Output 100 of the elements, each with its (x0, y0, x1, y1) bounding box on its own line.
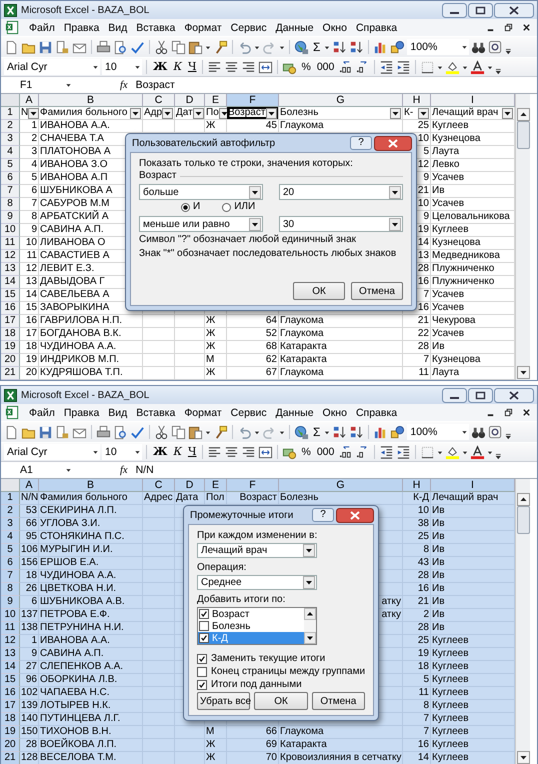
restore-icon[interactable] (504, 23, 513, 32)
minimize-button[interactable] (442, 2, 467, 18)
filter-dropdown-button[interactable] (130, 108, 141, 118)
menu-item[interactable]: Формат (184, 22, 222, 34)
row-header[interactable]: 21 (1, 752, 20, 764)
row-header[interactable]: 15 (1, 289, 20, 302)
document-lock-icon[interactable] (55, 40, 70, 54)
menu-item[interactable]: Данные (276, 406, 314, 418)
sort-descending-icon[interactable] (349, 424, 364, 440)
row-header[interactable]: 19 (1, 726, 20, 739)
row-header[interactable]: 16 (1, 687, 20, 700)
column-header[interactable]: H (403, 94, 431, 107)
ok-button[interactable]: ОК (254, 692, 308, 710)
close-icon[interactable] (522, 23, 531, 32)
row-header[interactable]: 18 (1, 328, 20, 341)
row-header[interactable]: 14 (1, 276, 20, 289)
filter-dropdown-button[interactable] (162, 108, 174, 118)
filter-dropdown-button[interactable] (28, 108, 40, 118)
merge-center-icon[interactable] (258, 60, 274, 74)
row-header[interactable]: 12 (1, 250, 20, 263)
row-header[interactable]: 19 (1, 341, 20, 354)
menu-item[interactable]: Файл (29, 406, 55, 418)
menu-item[interactable]: Правка (64, 406, 100, 418)
column-header[interactable]: I (431, 94, 515, 107)
column-header[interactable]: C (143, 479, 175, 492)
checkbox[interactable] (197, 666, 207, 676)
row-header[interactable]: 20 (1, 739, 20, 752)
row-header[interactable]: 3 (1, 133, 20, 146)
new-document-icon[interactable] (4, 40, 19, 54)
column-header[interactable]: F (227, 479, 279, 492)
name-box[interactable]: F1 (4, 78, 72, 92)
list-item[interactable]: Болезнь (198, 620, 304, 632)
scroll-thumb[interactable] (516, 506, 530, 534)
align-center-icon[interactable] (224, 444, 240, 460)
increase-indent-icon[interactable] (396, 60, 412, 74)
checkbox[interactable] (199, 609, 209, 619)
zoom-combo[interactable]: 100% (407, 424, 470, 440)
menu-item[interactable]: Правка (64, 22, 100, 34)
column-header[interactable]: D (175, 479, 205, 492)
radio-button[interactable] (222, 202, 232, 212)
font-color-icon[interactable] (470, 444, 486, 460)
column-header[interactable]: B (39, 479, 143, 492)
column-header[interactable]: A (20, 94, 39, 107)
globe-icon[interactable] (294, 424, 309, 440)
menu-item[interactable]: Файл (29, 22, 55, 34)
checkbox[interactable] (199, 621, 209, 631)
paintbrush-icon[interactable] (213, 424, 228, 440)
row-header[interactable]: 14 (1, 661, 20, 674)
borders-icon[interactable] (420, 444, 436, 460)
underline-button[interactable]: Ч (186, 445, 198, 459)
help-button[interactable]: ? (350, 136, 372, 150)
clipboard-icon[interactable] (188, 40, 203, 54)
bold-button[interactable]: Ж (151, 445, 170, 459)
align-center-icon[interactable] (224, 60, 240, 74)
checkbox[interactable] (199, 633, 209, 643)
row-header[interactable]: 1 (1, 107, 20, 120)
column-header[interactable]: E (205, 479, 227, 492)
menu-item[interactable]: Справка (356, 22, 398, 34)
close-button[interactable] (336, 508, 374, 522)
filter-dropdown-button[interactable] (192, 108, 204, 118)
sum-button[interactable]: Σ (311, 425, 322, 439)
menu-item[interactable]: Сервис (230, 22, 267, 34)
column-header[interactable]: H (403, 479, 431, 492)
group-by-dropdown[interactable]: Лечащий врач (197, 543, 317, 558)
font-combo[interactable]: Arial Cyr (4, 444, 100, 460)
column-header[interactable]: G (279, 94, 403, 107)
check-mark-icon[interactable] (130, 40, 145, 54)
thousands-button[interactable]: 000 (314, 445, 336, 459)
row-header[interactable]: 2 (1, 505, 20, 518)
filter-dropdown-button[interactable] (390, 108, 401, 118)
maximize-button[interactable] (468, 388, 493, 402)
workbook-icon[interactable] (5, 20, 20, 35)
percent-button[interactable]: % (299, 60, 313, 74)
row-header[interactable]: 9 (1, 211, 20, 224)
close-button[interactable] (494, 388, 534, 402)
row-header[interactable]: 12 (1, 635, 20, 648)
thousands-button[interactable]: 000 (314, 60, 336, 74)
scroll-up-button[interactable] (304, 608, 316, 620)
row-header[interactable]: 21 (1, 367, 20, 380)
align-left-icon[interactable] (207, 444, 222, 460)
row-header[interactable]: 11 (1, 622, 20, 635)
align-right-icon[interactable] (241, 60, 256, 74)
scroll-down-button[interactable] (516, 751, 530, 764)
function-label[interactable]: fx (120, 464, 128, 476)
zoom-combo[interactable]: 100% (407, 39, 470, 55)
sort-ascending-icon[interactable] (332, 40, 348, 54)
merge-center-icon[interactable] (258, 444, 274, 460)
row-header[interactable]: 8 (1, 198, 20, 211)
sort-descending-icon[interactable] (349, 40, 364, 54)
filter-dropdown-button[interactable] (502, 108, 513, 118)
scissors-icon[interactable] (154, 40, 169, 54)
row-header[interactable]: 4 (1, 146, 20, 159)
clipboard-icon[interactable] (188, 424, 203, 440)
row-header[interactable]: 5 (1, 544, 20, 557)
row-header[interactable]: 6 (1, 557, 20, 570)
print-preview-icon[interactable] (113, 40, 128, 54)
shapes-icon[interactable] (390, 424, 406, 440)
operator-dropdown[interactable]: меньше или равно (139, 216, 263, 232)
check-mark-icon[interactable] (130, 424, 145, 440)
close-button[interactable] (494, 2, 534, 18)
